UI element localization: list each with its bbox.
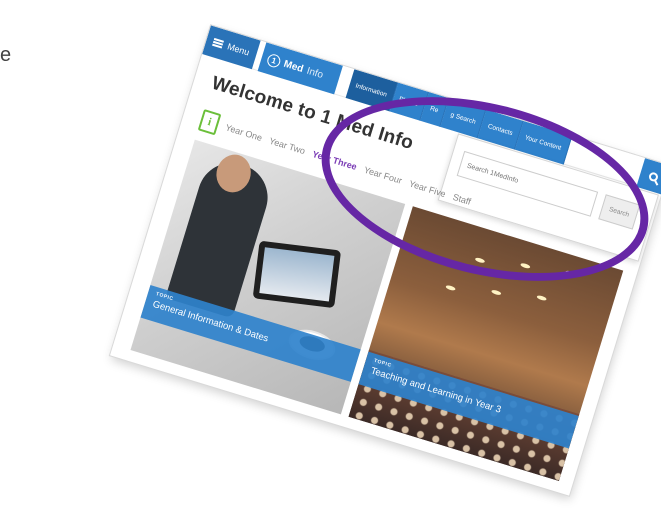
tablet-illustration	[252, 240, 342, 309]
menu-button[interactable]: Menu	[202, 25, 261, 70]
hamburger-icon	[212, 37, 224, 49]
logo-brand: Med	[282, 58, 305, 75]
ceiling-light	[536, 294, 548, 302]
tile-title: General Information & Dates	[151, 298, 270, 345]
tab-year-two[interactable]: Year Two	[268, 136, 306, 156]
ceiling-light	[490, 289, 502, 296]
menu-label: Menu	[226, 41, 251, 58]
tab-year-one[interactable]: Year One	[224, 122, 263, 143]
logo-sub: Info	[305, 65, 325, 81]
info-book-icon: i	[197, 109, 222, 136]
logo-number-icon: 1	[265, 52, 283, 69]
stray-text: e	[0, 44, 12, 66]
search-icon	[647, 170, 659, 182]
site-logo[interactable]: 1 Med Info	[257, 42, 343, 95]
ceiling-light	[445, 284, 456, 292]
